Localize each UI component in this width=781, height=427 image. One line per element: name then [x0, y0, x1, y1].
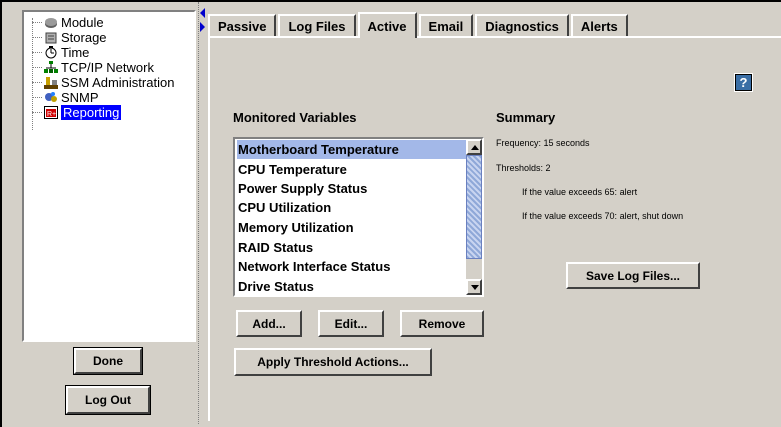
monitored-variables-list[interactable]: Motherboard Temperature CPU Temperature …: [233, 137, 484, 297]
tree-item-label: Time: [61, 45, 90, 60]
pane-splitter[interactable]: [198, 2, 207, 424]
tree-item-ssm-administration[interactable]: SSM Administration: [32, 75, 174, 90]
left-pane: Module Storage Time TCP/IP Network SSM A…: [2, 2, 198, 422]
thresholds-text: Thresholds: 2: [496, 163, 551, 173]
tree-item-label: Module: [61, 15, 104, 30]
network-icon: [44, 61, 58, 74]
expand-right-icon[interactable]: [200, 22, 205, 32]
tab-email[interactable]: Email: [418, 14, 474, 36]
svg-text:R+: R+: [47, 111, 56, 118]
threshold-rule-2: If the value exceeds 70: alert, shut dow…: [522, 211, 684, 221]
list-item[interactable]: Memory Utilization: [237, 218, 470, 237]
list-item[interactable]: CPU Temperature: [237, 160, 470, 179]
navigation-tree: Module Storage Time TCP/IP Network SSM A…: [22, 10, 196, 342]
summary-heading: Summary: [496, 110, 556, 125]
list-item[interactable]: CPU Utilization: [237, 198, 470, 217]
tree-item-label: SSM Administration: [61, 75, 175, 90]
list-item[interactable]: Motherboard Temperature: [237, 140, 470, 159]
list-item[interactable]: Drive Status: [237, 277, 470, 296]
tree-item-label: SNMP: [61, 90, 99, 105]
monitored-variables-heading: Monitored Variables: [233, 110, 357, 125]
tab-active[interactable]: Active: [357, 12, 417, 38]
scroll-down-icon[interactable]: [466, 279, 482, 295]
collapse-left-icon[interactable]: [200, 8, 205, 18]
scroll-up-icon[interactable]: [466, 139, 482, 155]
storage-icon: [44, 31, 58, 44]
remove-button[interactable]: Remove: [400, 310, 484, 337]
scroll-thumb[interactable]: [466, 155, 482, 259]
done-button[interactable]: Done: [73, 347, 143, 375]
list-item[interactable]: Power Supply Status: [237, 179, 470, 198]
admin-icon: [44, 76, 58, 89]
tab-log-files[interactable]: Log Files: [278, 14, 356, 36]
tree-item-label: Storage: [61, 30, 107, 45]
save-log-files-button[interactable]: Save Log Files...: [566, 262, 700, 289]
module-icon: [44, 16, 58, 29]
reporting-icon: R+: [44, 106, 58, 119]
tree-item-snmp[interactable]: SNMP: [32, 90, 99, 105]
tree-item-module[interactable]: Module: [32, 15, 104, 30]
tree-item-label: TCP/IP Network: [61, 60, 154, 75]
logout-button[interactable]: Log Out: [65, 385, 151, 415]
tree-item-label: Reporting: [61, 105, 122, 120]
tree-item-time[interactable]: Time: [32, 45, 89, 60]
help-icon[interactable]: ?: [734, 73, 753, 92]
tab-diagnostics[interactable]: Diagnostics: [475, 14, 569, 36]
tree-item-reporting[interactable]: R+ Reporting: [32, 105, 122, 120]
tree-item-tcpip-network[interactable]: TCP/IP Network: [32, 60, 154, 75]
tab-bar: Passive Log Files Active Email Diagnosti…: [208, 12, 630, 38]
apply-threshold-actions-button[interactable]: Apply Threshold Actions...: [234, 348, 432, 376]
snmp-icon: [44, 91, 58, 104]
tab-passive[interactable]: Passive: [208, 14, 277, 36]
list-item[interactable]: RAID Status: [237, 238, 470, 257]
tree-item-storage[interactable]: Storage: [32, 30, 107, 45]
tab-alerts[interactable]: Alerts: [570, 14, 628, 36]
clock-icon: [44, 46, 58, 59]
list-item[interactable]: Network Interface Status: [237, 257, 470, 276]
frequency-text: Frequency: 15 seconds: [496, 138, 590, 148]
list-scrollbar[interactable]: [466, 139, 482, 295]
add-button[interactable]: Add...: [236, 310, 302, 337]
threshold-rule-1: If the value exceeds 65: alert: [522, 187, 638, 197]
edit-button[interactable]: Edit...: [318, 310, 384, 337]
